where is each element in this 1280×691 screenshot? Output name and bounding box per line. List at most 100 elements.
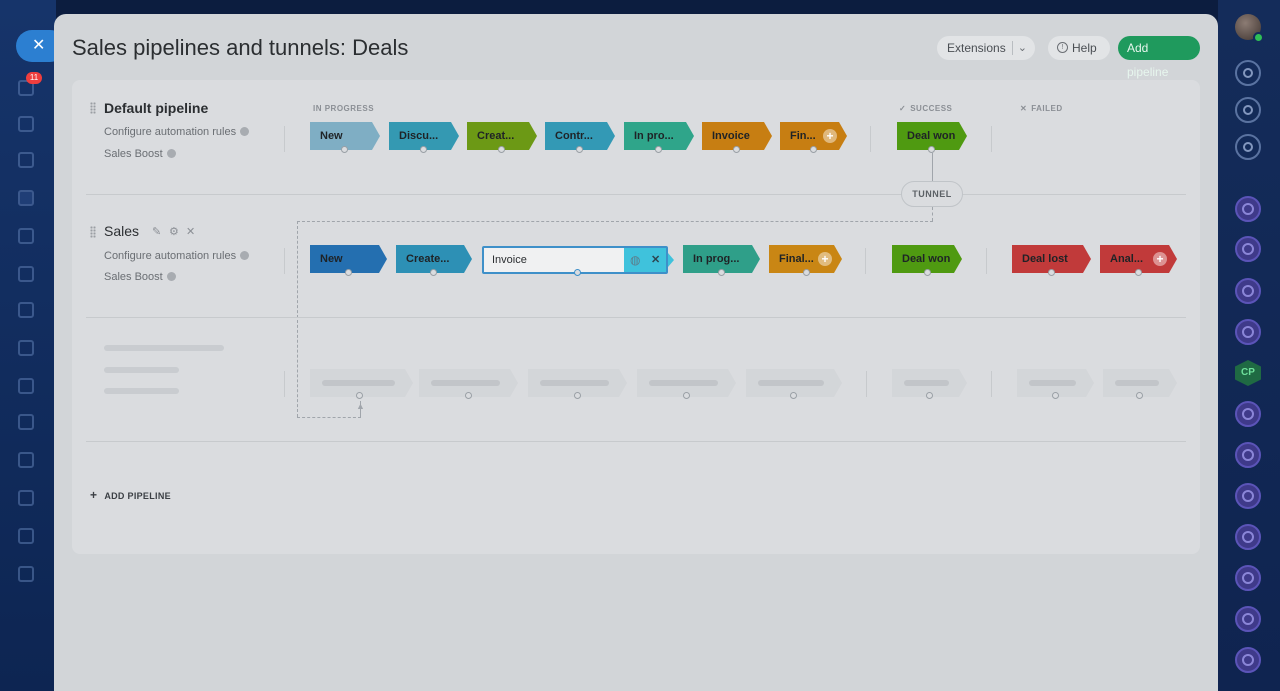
tasks-icon[interactable]: [18, 116, 34, 132]
open-line-icon[interactable]: [1235, 319, 1261, 345]
connector-dot[interactable]: [810, 146, 817, 153]
connector-dot[interactable]: [928, 146, 935, 153]
add-stage-icon[interactable]: +: [823, 129, 837, 143]
marketing-icon[interactable]: [18, 340, 34, 356]
slider-panel: Sales pipelines and tunnels: Deals Exten…: [54, 14, 1218, 691]
open-line-icon[interactable]: [1235, 524, 1261, 550]
open-line-icon[interactable]: [1235, 647, 1261, 673]
edit-icon[interactable]: [18, 452, 34, 468]
shield-icon[interactable]: [18, 566, 34, 582]
connector-dot: [574, 392, 581, 399]
copilot-icon[interactable]: [1235, 97, 1261, 123]
tunnel-label[interactable]: TUNNEL: [901, 181, 963, 207]
close-icon[interactable]: ✕: [651, 253, 660, 267]
stage-label: New: [320, 130, 343, 142]
stage-editor-controls: ◍ ✕: [624, 248, 666, 272]
configure-automation-label: Configure automation rules: [104, 126, 237, 138]
connector-dot[interactable]: [498, 146, 505, 153]
gear-icon[interactable]: ⚙: [169, 227, 180, 238]
divider: [284, 248, 285, 274]
open-line-icon[interactable]: [1235, 401, 1261, 427]
connector-dot: [926, 392, 933, 399]
help-label: Help: [1072, 41, 1097, 55]
connector-dot[interactable]: [733, 146, 740, 153]
divider: [86, 441, 1186, 442]
sales-boost-label: Sales Boost: [104, 148, 163, 160]
connector-dot[interactable]: [1135, 269, 1142, 276]
pencil-icon[interactable]: ✎: [152, 227, 163, 238]
connector-dot[interactable]: [655, 146, 662, 153]
stage-label: Fin...: [790, 130, 816, 142]
stage-label: Anal...: [1110, 253, 1144, 265]
open-line-icon[interactable]: [1235, 483, 1261, 509]
open-line-icon[interactable]: [1235, 236, 1261, 262]
connector-dot[interactable]: [1048, 269, 1055, 276]
online-status-icon: [1253, 32, 1264, 43]
open-line-icon[interactable]: [1235, 606, 1261, 632]
shop-icon[interactable]: [18, 378, 34, 394]
stage-label: Contr...: [555, 130, 593, 142]
connector-dot[interactable]: [574, 269, 581, 276]
booking-icon[interactable]: [18, 228, 34, 244]
help-button[interactable]: ! Help: [1048, 36, 1110, 60]
avatar[interactable]: [1235, 14, 1264, 43]
app-sidebar: 11 ✕: [0, 0, 66, 691]
add-pipeline-button[interactable]: Add pipeline: [1118, 36, 1200, 79]
calendar-icon[interactable]: [18, 152, 34, 168]
drag-handle-icon[interactable]: [90, 102, 96, 114]
divider: [991, 371, 992, 397]
connector-dot: [465, 392, 472, 399]
open-line-icon[interactable]: [1235, 442, 1261, 468]
open-line-icon[interactable]: [1235, 565, 1261, 591]
divider: [86, 194, 1186, 195]
connector-dot[interactable]: [924, 269, 931, 276]
drag-handle-icon[interactable]: [90, 226, 96, 238]
sales-boost-link[interactable]: Sales Boost: [104, 148, 176, 160]
automation-icon[interactable]: [18, 528, 34, 544]
bell-icon[interactable]: [1235, 60, 1261, 86]
add-stage-icon[interactable]: +: [1153, 252, 1167, 266]
chevron-down-icon: ⌄: [1017, 42, 1027, 54]
sales-boost-link[interactable]: Sales Boost: [104, 271, 176, 283]
open-line-icon[interactable]: [1235, 196, 1261, 222]
extensions-button[interactable]: Extensions ⌄: [937, 36, 1035, 60]
help-icon: [166, 272, 176, 281]
add-pipeline-link[interactable]: + ADD PIPELINE: [90, 488, 171, 502]
inventory-icon[interactable]: [18, 266, 34, 282]
connector-dot[interactable]: [345, 269, 352, 276]
pipeline-name: Default pipeline: [104, 100, 209, 116]
stage-name-input[interactable]: Invoice: [492, 248, 527, 272]
connector-dot[interactable]: [341, 146, 348, 153]
configure-automation-link[interactable]: Configure automation rules: [104, 126, 250, 138]
page-title: Sales pipelines and tunnels: Deals: [72, 35, 409, 60]
connector-dot[interactable]: [576, 146, 583, 153]
extensions-label: Extensions: [947, 41, 1006, 55]
pipeline-name: Sales: [104, 223, 140, 239]
analytics-icon[interactable]: [18, 490, 34, 506]
stage-label: Deal won: [902, 253, 951, 265]
tunnel-line: [297, 221, 933, 222]
add-stage-icon[interactable]: +: [818, 252, 832, 266]
close-icon[interactable]: ✕: [186, 227, 197, 238]
connector-dot[interactable]: [420, 146, 427, 153]
crm-icon[interactable]: [18, 190, 34, 206]
divider: [866, 371, 867, 397]
open-line-icon[interactable]: [1235, 278, 1261, 304]
stage-label: In pro...: [634, 130, 674, 142]
color-picker-icon[interactable]: ◍: [630, 253, 640, 267]
connector-dot[interactable]: [718, 269, 725, 276]
tunnel-line: [932, 153, 933, 181]
sites-icon[interactable]: [18, 302, 34, 318]
esign-icon[interactable]: [18, 414, 34, 430]
right-rail: CP: [1218, 0, 1280, 691]
connector-dot[interactable]: [430, 269, 437, 276]
configure-automation-label: Configure automation rules: [104, 250, 237, 262]
cp-icon[interactable]: CP: [1235, 360, 1261, 386]
failed-label: FAILED: [1031, 104, 1063, 113]
add-pipeline-label: ADD PIPELINE: [104, 491, 171, 501]
arrow-icon: [668, 253, 674, 267]
stage-label: Invoice: [712, 130, 750, 142]
connector-dot[interactable]: [803, 269, 810, 276]
configure-automation-link[interactable]: Configure automation rules: [104, 250, 250, 262]
sync-icon[interactable]: [1235, 134, 1261, 160]
